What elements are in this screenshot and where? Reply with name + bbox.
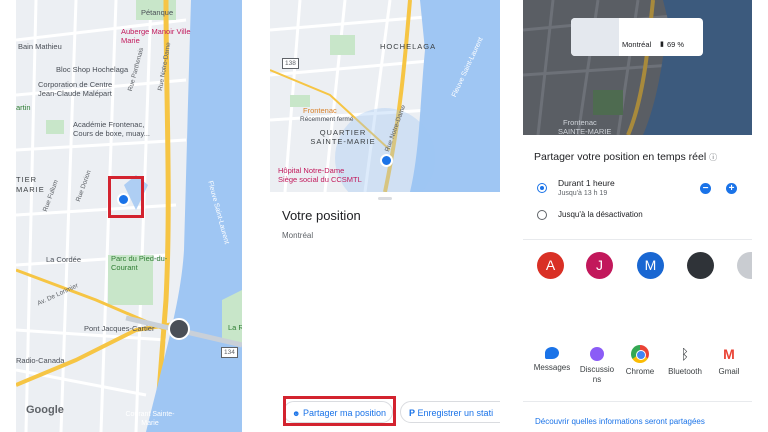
- contact-avatar-j[interactable]: J: [586, 252, 613, 279]
- route-134-shield: 134: [221, 347, 238, 358]
- footer-divider: [523, 401, 752, 402]
- map-label-martin: artin: [16, 103, 31, 112]
- map-view[interactable]: Pétanque Auberge Manoir Ville Marie Bain…: [16, 0, 242, 432]
- chrome-icon: [631, 345, 649, 363]
- separator: [523, 239, 752, 240]
- map-label-academie: Académie Frontenac, Cours de boxe, muay.…: [73, 120, 150, 138]
- battery-level: 69 %: [667, 40, 685, 49]
- learn-more-link[interactable]: Découvrir quelles informations seront pa…: [535, 417, 705, 426]
- app-chrome-label: Chrome: [625, 367, 655, 376]
- share-header: Partager votre position en temps réel ⓘ: [534, 151, 717, 163]
- map-label-quartier-sainte-marie: QUARTIER SAINTE-MARIE: [310, 128, 376, 146]
- location-highlight-box: [108, 176, 144, 218]
- messenger-icon: [590, 347, 604, 361]
- map-label-courant: Courant Sainte-Marie: [125, 411, 175, 427]
- decrease-duration-button[interactable]: −: [700, 183, 711, 194]
- duration-1h-sub: Jusqu'à 13 h 19: [558, 190, 608, 197]
- current-location-dot-2: [380, 154, 393, 167]
- help-icon[interactable]: ⓘ: [709, 153, 717, 162]
- contact-avatar-photo-2[interactable]: [737, 252, 752, 279]
- gmail-icon: M: [723, 346, 735, 362]
- map-label-quartier: TIER: [16, 175, 38, 184]
- share-header-text: Partager votre position en temps réel: [534, 151, 707, 163]
- map-label-la-r: La R: [228, 323, 242, 332]
- share-panel: Montréal ▮ 69 % Frontenac SAINTE-MARIE P…: [523, 0, 752, 432]
- map-label-marie: MARIE: [16, 185, 45, 194]
- map-label-recently-closed: Récemment fermé: [300, 116, 354, 123]
- map-label-auberge: Auberge Manoir Ville Marie: [121, 27, 191, 45]
- preview-frontenac: Frontenac: [563, 118, 597, 127]
- app-gmail-label: Gmail: [718, 367, 740, 376]
- map-label-frontenac: Frontenac: [303, 106, 337, 115]
- preview-card: Montréal ▮ 69 %: [571, 18, 703, 56]
- increase-duration-button[interactable]: +: [726, 183, 737, 194]
- map-panel-1[interactable]: Pétanque Auberge Manoir Ville Marie Bain…: [16, 0, 242, 432]
- map-label-bain-mathieu: Bain Mathieu: [18, 42, 62, 51]
- map-label-hochelaga: HOCHELAGA: [380, 42, 437, 51]
- map-label-la-cordee: La Cordée: [46, 255, 82, 264]
- map-label-hopital: Hôpital Notre-Dame: [278, 166, 345, 175]
- map-label-corporation: Corporation de Centre Jean-Claude Malépa…: [38, 80, 113, 98]
- map-label-bloc-shop: Bloc Shop Hochelaga: [56, 65, 129, 74]
- preview-thumbnail: [571, 18, 619, 56]
- place-title: Votre position: [282, 208, 361, 223]
- contact-avatar-m[interactable]: M: [637, 252, 664, 279]
- map-preview: Montréal ▮ 69 % Frontenac SAINTE-MARIE: [523, 0, 752, 136]
- duration-1h-radio[interactable]: [537, 183, 547, 193]
- map-view-top[interactable]: HOCHELAGA Frontenac Récemment fermé QUAR…: [270, 0, 500, 192]
- until-off-label[interactable]: Jusqu'à la désactivation: [558, 210, 643, 219]
- contact-avatar-photo[interactable]: [687, 252, 714, 279]
- share-sheet: Partager votre position en temps réel ⓘ …: [523, 135, 752, 432]
- app-discussions-label-1: Discussio: [579, 365, 615, 374]
- map-panel-2[interactable]: HOCHELAGA Frontenac Récemment fermé QUAR…: [270, 0, 500, 432]
- app-discussions-label-2: ns: [592, 375, 602, 384]
- battery-icon: ▮: [660, 41, 664, 48]
- app-bluetooth-label: Bluetooth: [668, 367, 702, 376]
- bluetooth-icon: ᛒ: [680, 346, 690, 362]
- place-sheet: Votre position Montréal ☻ Partager ma po…: [270, 192, 500, 432]
- until-off-radio[interactable]: [537, 210, 547, 220]
- google-logo: Google: [26, 404, 64, 416]
- save-parking-label: Enregistrer un stati: [417, 408, 494, 418]
- bridge-marker: [168, 318, 190, 340]
- app-gmail[interactable]: M Gmail: [703, 345, 752, 377]
- duration-1h-label[interactable]: Durant 1 heure: [558, 178, 615, 188]
- share-highlight-box: [283, 396, 396, 426]
- preview-city: Montréal: [622, 40, 652, 49]
- sheet-handle[interactable]: [378, 197, 392, 200]
- map-label-pont: Pont Jacques-Cartier: [84, 324, 155, 333]
- app-messages-label: Messages: [533, 363, 571, 372]
- messages-icon: [545, 347, 559, 359]
- map-label-parc: Parc du Pied-du-Courant: [111, 254, 168, 272]
- parking-icon: P: [409, 408, 416, 418]
- save-parking-button[interactable]: P Enregistrer un stati: [400, 401, 500, 423]
- contact-avatar-a[interactable]: A: [537, 252, 564, 279]
- map-label-radio-canada: Radio-Canada: [16, 356, 65, 365]
- map-label-siege: Siège social du CCSMTL: [278, 175, 362, 184]
- map-label-petanque: Pétanque: [141, 8, 174, 17]
- route-138-shield: 138: [282, 58, 299, 69]
- place-location: Montréal: [282, 231, 314, 240]
